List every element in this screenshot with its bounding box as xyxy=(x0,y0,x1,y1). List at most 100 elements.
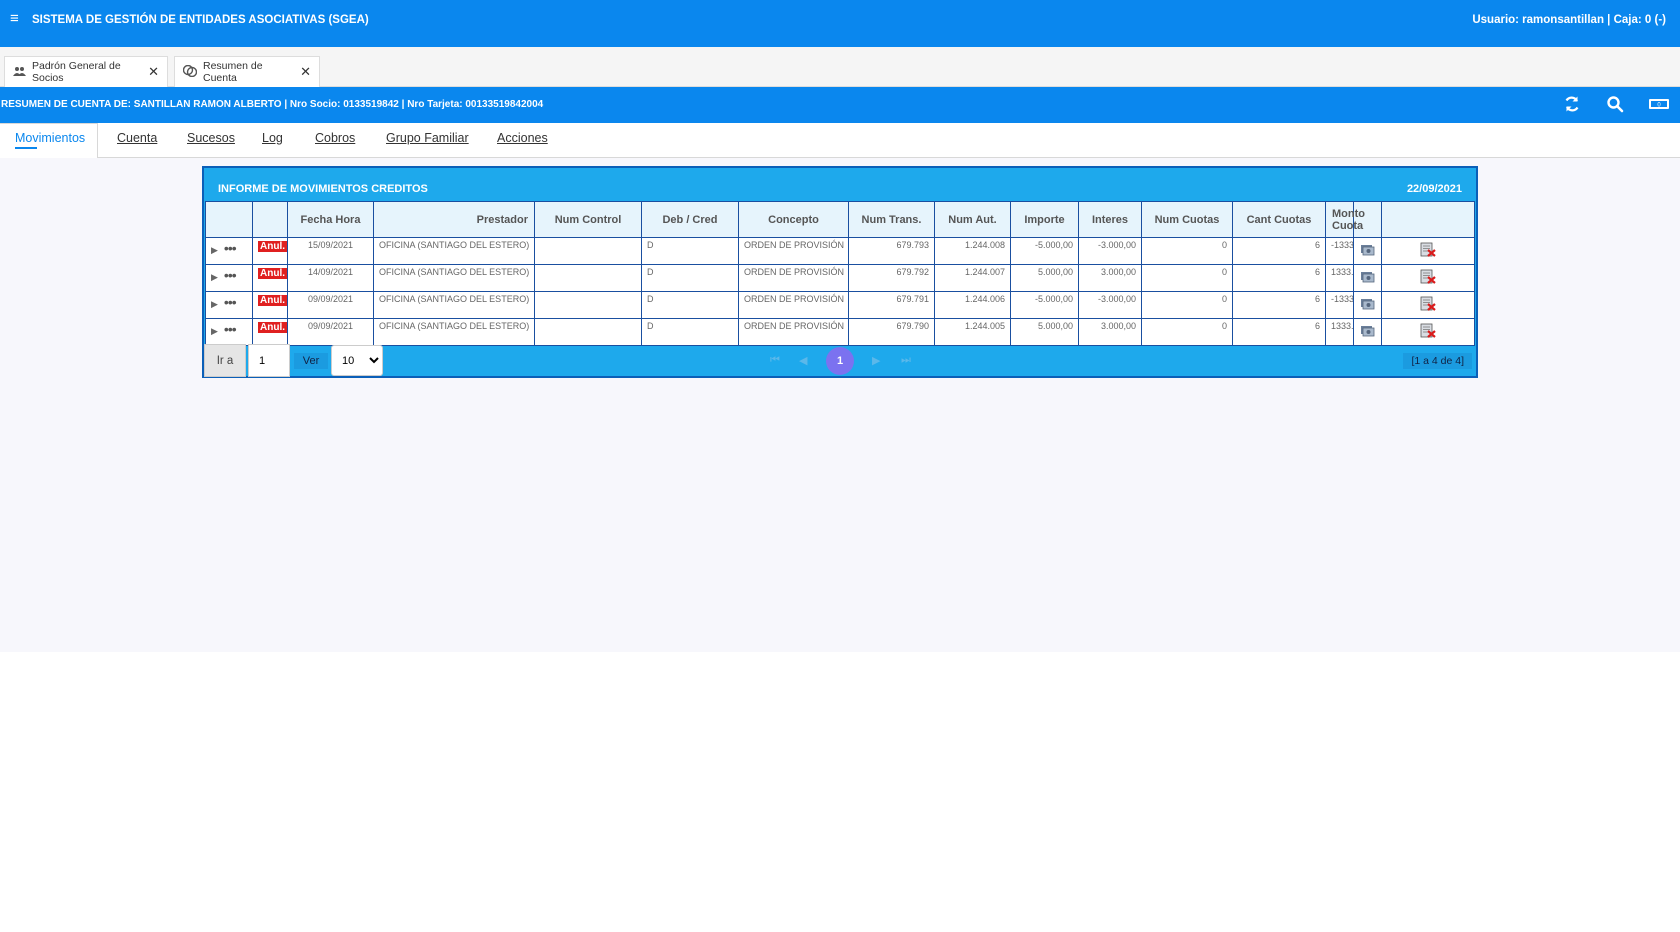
col-num-control[interactable]: Num Control xyxy=(534,201,642,238)
status-cell: Anul. xyxy=(252,237,288,265)
payment-icon[interactable] xyxy=(1360,242,1376,258)
tab-grupo-familiar[interactable]: Grupo Familiar xyxy=(386,131,469,145)
tab-cobros[interactable]: Cobros xyxy=(315,131,355,145)
control-cell xyxy=(534,291,642,319)
tab-sucesos[interactable]: Sucesos xyxy=(187,131,235,145)
more-options-icon[interactable]: ••• xyxy=(224,321,237,337)
goto-page-button[interactable]: Ir a xyxy=(204,344,246,377)
caret-right-icon[interactable]: ▶ xyxy=(211,245,218,255)
col-status xyxy=(252,201,288,238)
coins-icon xyxy=(182,64,198,80)
tab-log[interactable]: Log xyxy=(262,131,283,145)
concepto-cell: ORDEN DE PROVISIÓN xyxy=(738,318,849,346)
action-cell xyxy=(1381,264,1475,292)
user-info: Usuario: ramonsantillan | Caja: 0 (-) xyxy=(1472,14,1666,26)
table-row[interactable]: ▶ ••• Anul. 09/09/2021 OFICINA (SANTIAGO DEL… xyxy=(205,318,1475,346)
window-tabstrip: Padrón General de Socios ✕ Resumen de Cu… xyxy=(0,47,1680,87)
tab-padron-general[interactable]: Padrón General de Socios ✕ xyxy=(4,56,168,87)
aut-cell: 1.244.006 xyxy=(934,291,1011,319)
tab-resumen-cuenta[interactable]: Resumen de Cuenta ✕ xyxy=(174,56,320,87)
tab-label: Resumen de Cuenta xyxy=(203,60,263,84)
debcred-cell: D xyxy=(641,264,739,292)
trans-cell: 679.792 xyxy=(848,264,935,292)
delete-document-icon[interactable] xyxy=(1420,269,1436,286)
action-cell xyxy=(1381,237,1475,265)
debcred-cell: D xyxy=(641,237,739,265)
close-icon[interactable]: ✕ xyxy=(300,64,311,80)
table-row[interactable]: ▶ ••• Anul. 09/09/2021 OFICINA (SANTIAGO DEL… xyxy=(205,291,1475,319)
cant-cuotas-cell: 6 xyxy=(1232,318,1326,346)
tab-label: Padrón General de Socios xyxy=(32,60,121,84)
status-badge: Anul. xyxy=(258,268,287,279)
col-concepto[interactable]: Concepto xyxy=(738,201,849,238)
debcred-cell: D xyxy=(641,291,739,319)
cash-register-icon[interactable]: 0 xyxy=(1648,95,1670,115)
tab-acciones[interactable]: Acciones xyxy=(497,131,548,145)
col-num-trans[interactable]: Num Trans. xyxy=(848,201,935,238)
table-row[interactable]: ▶ ••• Anul. 14/09/2021 OFICINA (SANTIAGO DEL… xyxy=(205,264,1475,292)
monto-cell: -1333.33 xyxy=(1325,291,1354,319)
status-cell: Anul. xyxy=(252,291,288,319)
importe-cell: 5.000,00 xyxy=(1010,318,1079,346)
num-cuotas-cell: 0 xyxy=(1141,318,1233,346)
col-prestador[interactable]: Prestador xyxy=(373,201,535,238)
app-title: SISTEMA DE GESTIÓN DE ENTIDADES ASOCIATI… xyxy=(32,14,369,26)
concepto-cell: ORDEN DE PROVISIÓN xyxy=(738,264,849,292)
col-monto-cuota[interactable]: Monto Cuota xyxy=(1325,201,1365,238)
control-cell xyxy=(534,264,642,292)
interes-cell: -3.000,00 xyxy=(1078,291,1142,319)
col-importe[interactable]: Importe xyxy=(1010,201,1079,238)
col-interes[interactable]: Interes xyxy=(1078,201,1142,238)
status-cell: Anul. xyxy=(252,264,288,292)
col-deb-cred[interactable]: Deb / Cred xyxy=(641,201,739,238)
payment-icon[interactable] xyxy=(1360,269,1376,285)
last-page-icon[interactable]: ⏭ xyxy=(901,354,911,367)
num-cuotas-cell: 0 xyxy=(1141,237,1233,265)
col-cant-cuotas[interactable]: Cant Cuotas xyxy=(1232,201,1326,238)
payment-icon[interactable] xyxy=(1360,323,1376,339)
table-row[interactable]: ▶ ••• Anul. 15/09/2021 OFICINA (SANTIAGO DEL… xyxy=(205,237,1475,265)
caret-right-icon[interactable]: ▶ xyxy=(211,299,218,309)
delete-document-icon[interactable] xyxy=(1420,296,1436,313)
prestador-cell: OFICINA (SANTIAGO DEL ESTERO) xyxy=(373,291,535,319)
concepto-cell: ORDEN DE PROVISIÓN xyxy=(738,291,849,319)
current-page-button[interactable]: 1 xyxy=(826,347,854,375)
col-num-aut[interactable]: Num Aut. xyxy=(934,201,1011,238)
caret-right-icon[interactable]: ▶ xyxy=(211,326,218,336)
report-panel: INFORME DE MOVIMIENTOS CREDITOS 22/09/20… xyxy=(202,166,1478,378)
view-button[interactable]: Ver xyxy=(294,353,328,369)
status-badge: Anul. xyxy=(258,322,287,333)
page-size-select[interactable]: 10 xyxy=(331,345,383,376)
account-info: RESUMEN DE CUENTA DE: SANTILLAN RAMON AL… xyxy=(1,99,544,110)
delete-document-icon[interactable] xyxy=(1420,323,1436,340)
refresh-icon[interactable] xyxy=(1563,95,1583,115)
col-fecha-hora[interactable]: Fecha Hora xyxy=(287,201,374,238)
first-page-icon[interactable]: ⏮ xyxy=(770,354,780,367)
search-icon[interactable] xyxy=(1606,95,1626,115)
more-options-icon[interactable]: ••• xyxy=(224,294,237,310)
payment-icon[interactable] xyxy=(1360,296,1376,312)
more-options-icon[interactable]: ••• xyxy=(224,240,237,256)
more-options-icon[interactable]: ••• xyxy=(224,267,237,283)
prestador-cell: OFICINA (SANTIAGO DEL ESTERO) xyxy=(373,237,535,265)
hamburger-menu-icon[interactable]: ≡ xyxy=(10,10,19,27)
delete-document-icon[interactable] xyxy=(1420,242,1436,259)
control-cell xyxy=(534,237,642,265)
caret-right-icon[interactable]: ▶ xyxy=(211,272,218,282)
next-page-icon[interactable]: ▶ xyxy=(872,354,880,367)
col-num-cuotas[interactable]: Num Cuotas xyxy=(1141,201,1233,238)
tab-movimientos[interactable]: Movimientos xyxy=(15,131,85,149)
interes-cell: -3.000,00 xyxy=(1078,237,1142,265)
prestador-cell: OFICINA (SANTIAGO DEL ESTERO) xyxy=(373,318,535,346)
fecha-cell: 14/09/2021 xyxy=(287,264,374,292)
users-icon xyxy=(13,66,26,79)
close-icon[interactable]: ✕ xyxy=(148,64,159,80)
tab-cuenta[interactable]: Cuenta xyxy=(117,131,157,145)
row-expander: ▶ ••• xyxy=(205,264,253,292)
action-cell xyxy=(1353,237,1382,265)
prev-page-icon[interactable]: ◀ xyxy=(799,354,807,367)
account-bar: RESUMEN DE CUENTA DE: SANTILLAN RAMON AL… xyxy=(0,87,1680,123)
report-title: INFORME DE MOVIMIENTOS CREDITOS xyxy=(218,183,428,195)
movements-table: Fecha Hora Prestador Num Control Deb / C… xyxy=(205,201,1475,346)
page-number-input[interactable] xyxy=(248,344,290,377)
